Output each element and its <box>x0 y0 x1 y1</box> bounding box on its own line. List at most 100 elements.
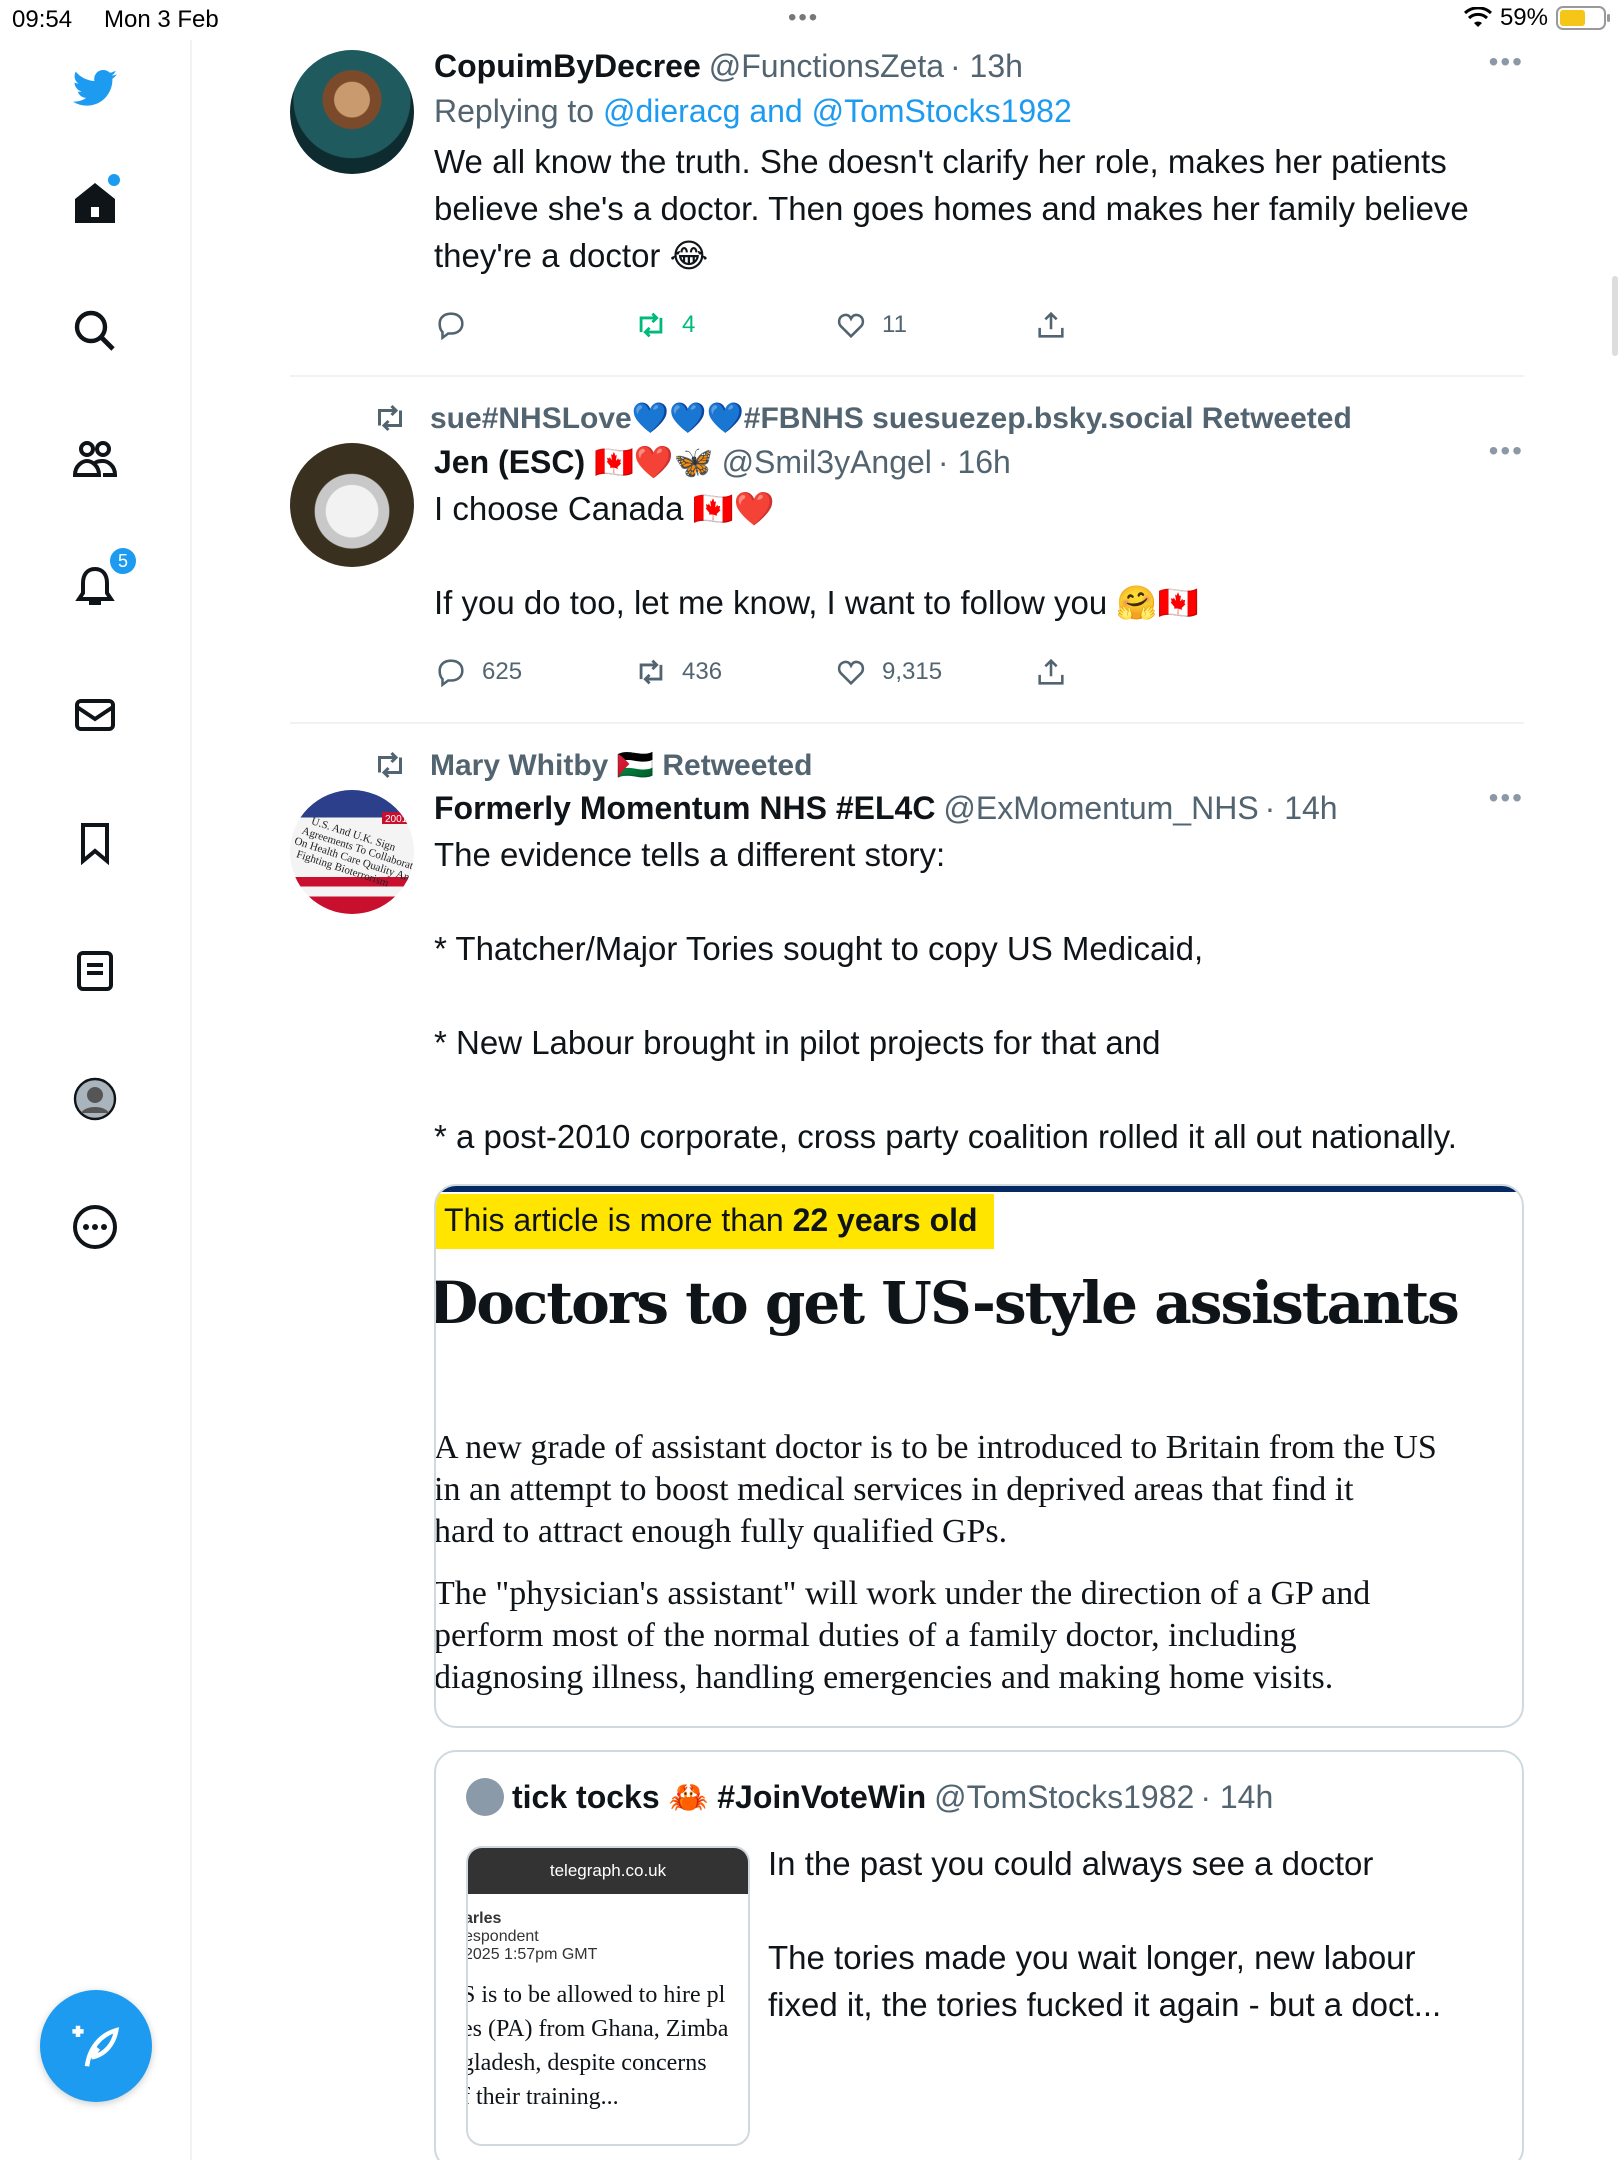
image-article-text: S is to be allowed to hire pl es (PA) fr… <box>466 1982 729 2110</box>
battery-icon <box>1556 6 1610 30</box>
status-right: 59% <box>1463 4 1610 32</box>
retweet-icon <box>378 751 402 779</box>
compose-tweet-button[interactable] <box>40 1990 152 2102</box>
tweet-header: Formerly Momentum NHS #EL4C @ExMomentum_… <box>434 790 1524 827</box>
home-icon[interactable] <box>66 174 124 232</box>
bookmarks-icon[interactable] <box>66 814 124 872</box>
card-top-bar <box>436 1186 1522 1192</box>
quoted-tweet-time: · 14h <box>1200 1778 1274 1815</box>
profile-avatar-icon[interactable] <box>66 1070 124 1128</box>
quoted-tweet-header: tick tocks 🦀 #JoinVoteWin @TomStocks1982… <box>466 1778 1273 1816</box>
retweet-icon <box>639 659 663 685</box>
like-count: 9,315 <box>882 658 943 685</box>
retweet-icon <box>639 312 663 338</box>
avatar-headline-graphic: U.S. And U.K. Sign Agreements To Collabo… <box>293 812 414 890</box>
status-time: 09:54 <box>12 6 73 33</box>
retweet-count: 4 <box>682 311 696 338</box>
tweet-actions: 4 11 <box>434 305 1524 345</box>
tweet-time[interactable]: · 16h <box>938 444 1011 481</box>
tweet-author-avatar[interactable] <box>290 443 414 567</box>
retweeted-by-line[interactable]: Mary Whitby 🇵🇸 Retweeted <box>372 740 1524 790</box>
replying-to: Replying to @dieracg and @TomStocks1982 <box>434 93 1524 130</box>
share-button[interactable] <box>1034 308 1234 342</box>
like-button[interactable]: 9,315 <box>834 655 1034 689</box>
retweeted-by-text: Mary Whitby 🇵🇸 Retweeted <box>430 748 813 782</box>
more-options-icon[interactable] <box>66 1198 124 1256</box>
quoted-tweet[interactable]: tick tocks 🦀 #JoinVoteWin @TomStocks1982… <box>434 1750 1524 2160</box>
compose-feather-icon <box>72 2025 120 2067</box>
image-byline-role: espondent <box>466 1928 539 1945</box>
messages-envelope-icon[interactable] <box>66 686 124 744</box>
retweeted-by-line[interactable]: sue#NHSLove💙💙💙#FBNHS suesuezep.bsky.soci… <box>372 393 1524 443</box>
tweet[interactable]: ••• CopuimByDecree @FunctionsZeta · 13h … <box>290 40 1524 345</box>
author-name[interactable]: CopuimByDecree <box>434 48 701 85</box>
tweet-time[interactable]: · 14h <box>1265 790 1338 827</box>
tweet-more-options-icon[interactable]: ••• <box>1489 435 1524 467</box>
like-count: 11 <box>882 311 907 338</box>
tweet-more-options-icon[interactable]: ••• <box>1489 782 1524 814</box>
home-new-dot <box>108 174 120 186</box>
retweet-icon <box>378 404 402 432</box>
author-name[interactable]: Formerly Momentum NHS #EL4C <box>434 790 935 827</box>
lists-icon[interactable] <box>66 942 124 1000</box>
image-byline: arles <box>466 1910 502 1927</box>
battery-percent: 59% <box>1499 4 1548 31</box>
retweeted-by-text: sue#NHSLove💙💙💙#FBNHS suesuezep.bsky.soci… <box>430 401 1352 435</box>
reply-button[interactable] <box>434 308 634 342</box>
author-handle[interactable]: @FunctionsZeta <box>709 48 944 85</box>
tweet-header: Jen (ESC) 🇨🇦❤️🦋 @Smil3yAngel · 16h <box>434 443 1524 481</box>
twitter-logo-icon[interactable] <box>66 60 124 118</box>
quoted-author-handle: @TomStocks1982 <box>934 1778 1195 1815</box>
article-age-banner: This article is more than 22 years old <box>436 1194 994 1249</box>
notification-count-badge: 5 <box>108 546 138 576</box>
notifications-bell-icon[interactable]: 5 <box>66 546 138 616</box>
replying-to-link[interactable]: @dieracg and @TomStocks1982 <box>603 93 1072 129</box>
quoted-tweet-text: In the past you could always see a docto… <box>768 1845 1442 2023</box>
article-paragraph: The "physician's assistant" will work un… <box>434 1575 1371 1696</box>
share-icon <box>1038 311 1064 338</box>
communities-icon[interactable] <box>66 430 124 488</box>
article-headline: Doctors to get US-style assistants <box>434 1269 1460 1337</box>
author-handle[interactable]: @ExMomentum_NHS <box>943 790 1258 827</box>
status-bar: 09:54 Mon 3 Feb ••• 59% <box>0 0 1620 40</box>
quoted-author-avatar <box>466 1778 504 1816</box>
like-button[interactable]: 11 <box>834 308 1034 342</box>
banner-prefix: This article is more than <box>444 1202 793 1238</box>
quoted-tweet-image[interactable]: telegraph.co.uk arles espondent 2025 1:5… <box>466 1846 750 2146</box>
heart-icon <box>837 313 865 339</box>
tweet-text: I choose Canada 🇨🇦❤️ If you do too, let … <box>434 490 1199 621</box>
tweet-text: We all know the truth. She doesn't clari… <box>434 143 1478 274</box>
author-handle[interactable]: @Smil3yAngel <box>722 444 932 481</box>
author-name[interactable]: Jen (ESC) 🇨🇦❤️🦋 <box>434 443 714 481</box>
timeline: ••• CopuimByDecree @FunctionsZeta · 13h … <box>192 40 1620 2160</box>
sidebar: 5 <box>0 40 192 2160</box>
reply-count: 625 <box>482 658 523 685</box>
wifi-icon <box>1463 7 1492 27</box>
tweet-text: The evidence tells a different story: * … <box>434 836 1457 1155</box>
tweet-more-options-icon[interactable]: ••• <box>1489 46 1524 78</box>
image-timestamp: 2025 1:57pm GMT <box>466 1946 598 1963</box>
reply-icon <box>438 659 464 688</box>
tweet[interactable]: Mary Whitby 🇵🇸 Retweeted U.S. And U.K. S… <box>290 724 1524 2160</box>
reply-button[interactable]: 625 <box>434 655 634 689</box>
tweet-actions: 625 436 9,315 <box>434 652 1524 692</box>
share-button[interactable] <box>1034 655 1234 689</box>
retweet-button[interactable]: 436 <box>634 655 834 689</box>
share-icon <box>1038 658 1064 685</box>
quoted-author-name: tick tocks 🦀 #JoinVoteWin <box>512 1779 927 1815</box>
tweet-header: CopuimByDecree @FunctionsZeta · 13h <box>434 48 1524 85</box>
tweet-time[interactable]: · 13h <box>950 48 1023 85</box>
retweet-count: 436 <box>682 658 723 685</box>
status-date: Mon 3 Feb <box>104 6 219 33</box>
tweet[interactable]: sue#NHSLove💙💙💙#FBNHS suesuezep.bsky.soci… <box>290 377 1524 692</box>
search-icon[interactable] <box>66 302 124 360</box>
heart-icon <box>837 660 865 686</box>
multitasking-dots[interactable]: ••• <box>788 4 819 32</box>
reply-icon <box>438 312 464 341</box>
article-paragraph: A new grade of assistant doctor is to be… <box>434 1429 1437 1550</box>
tweet-author-avatar[interactable] <box>290 50 414 174</box>
retweet-button[interactable]: 4 <box>634 308 834 342</box>
article-card[interactable]: This article is more than 22 years old D… <box>434 1184 1524 1728</box>
tweet-author-avatar[interactable]: U.S. And U.K. Sign Agreements To Collabo… <box>290 790 414 914</box>
banner-age: 22 years old <box>792 1202 978 1238</box>
